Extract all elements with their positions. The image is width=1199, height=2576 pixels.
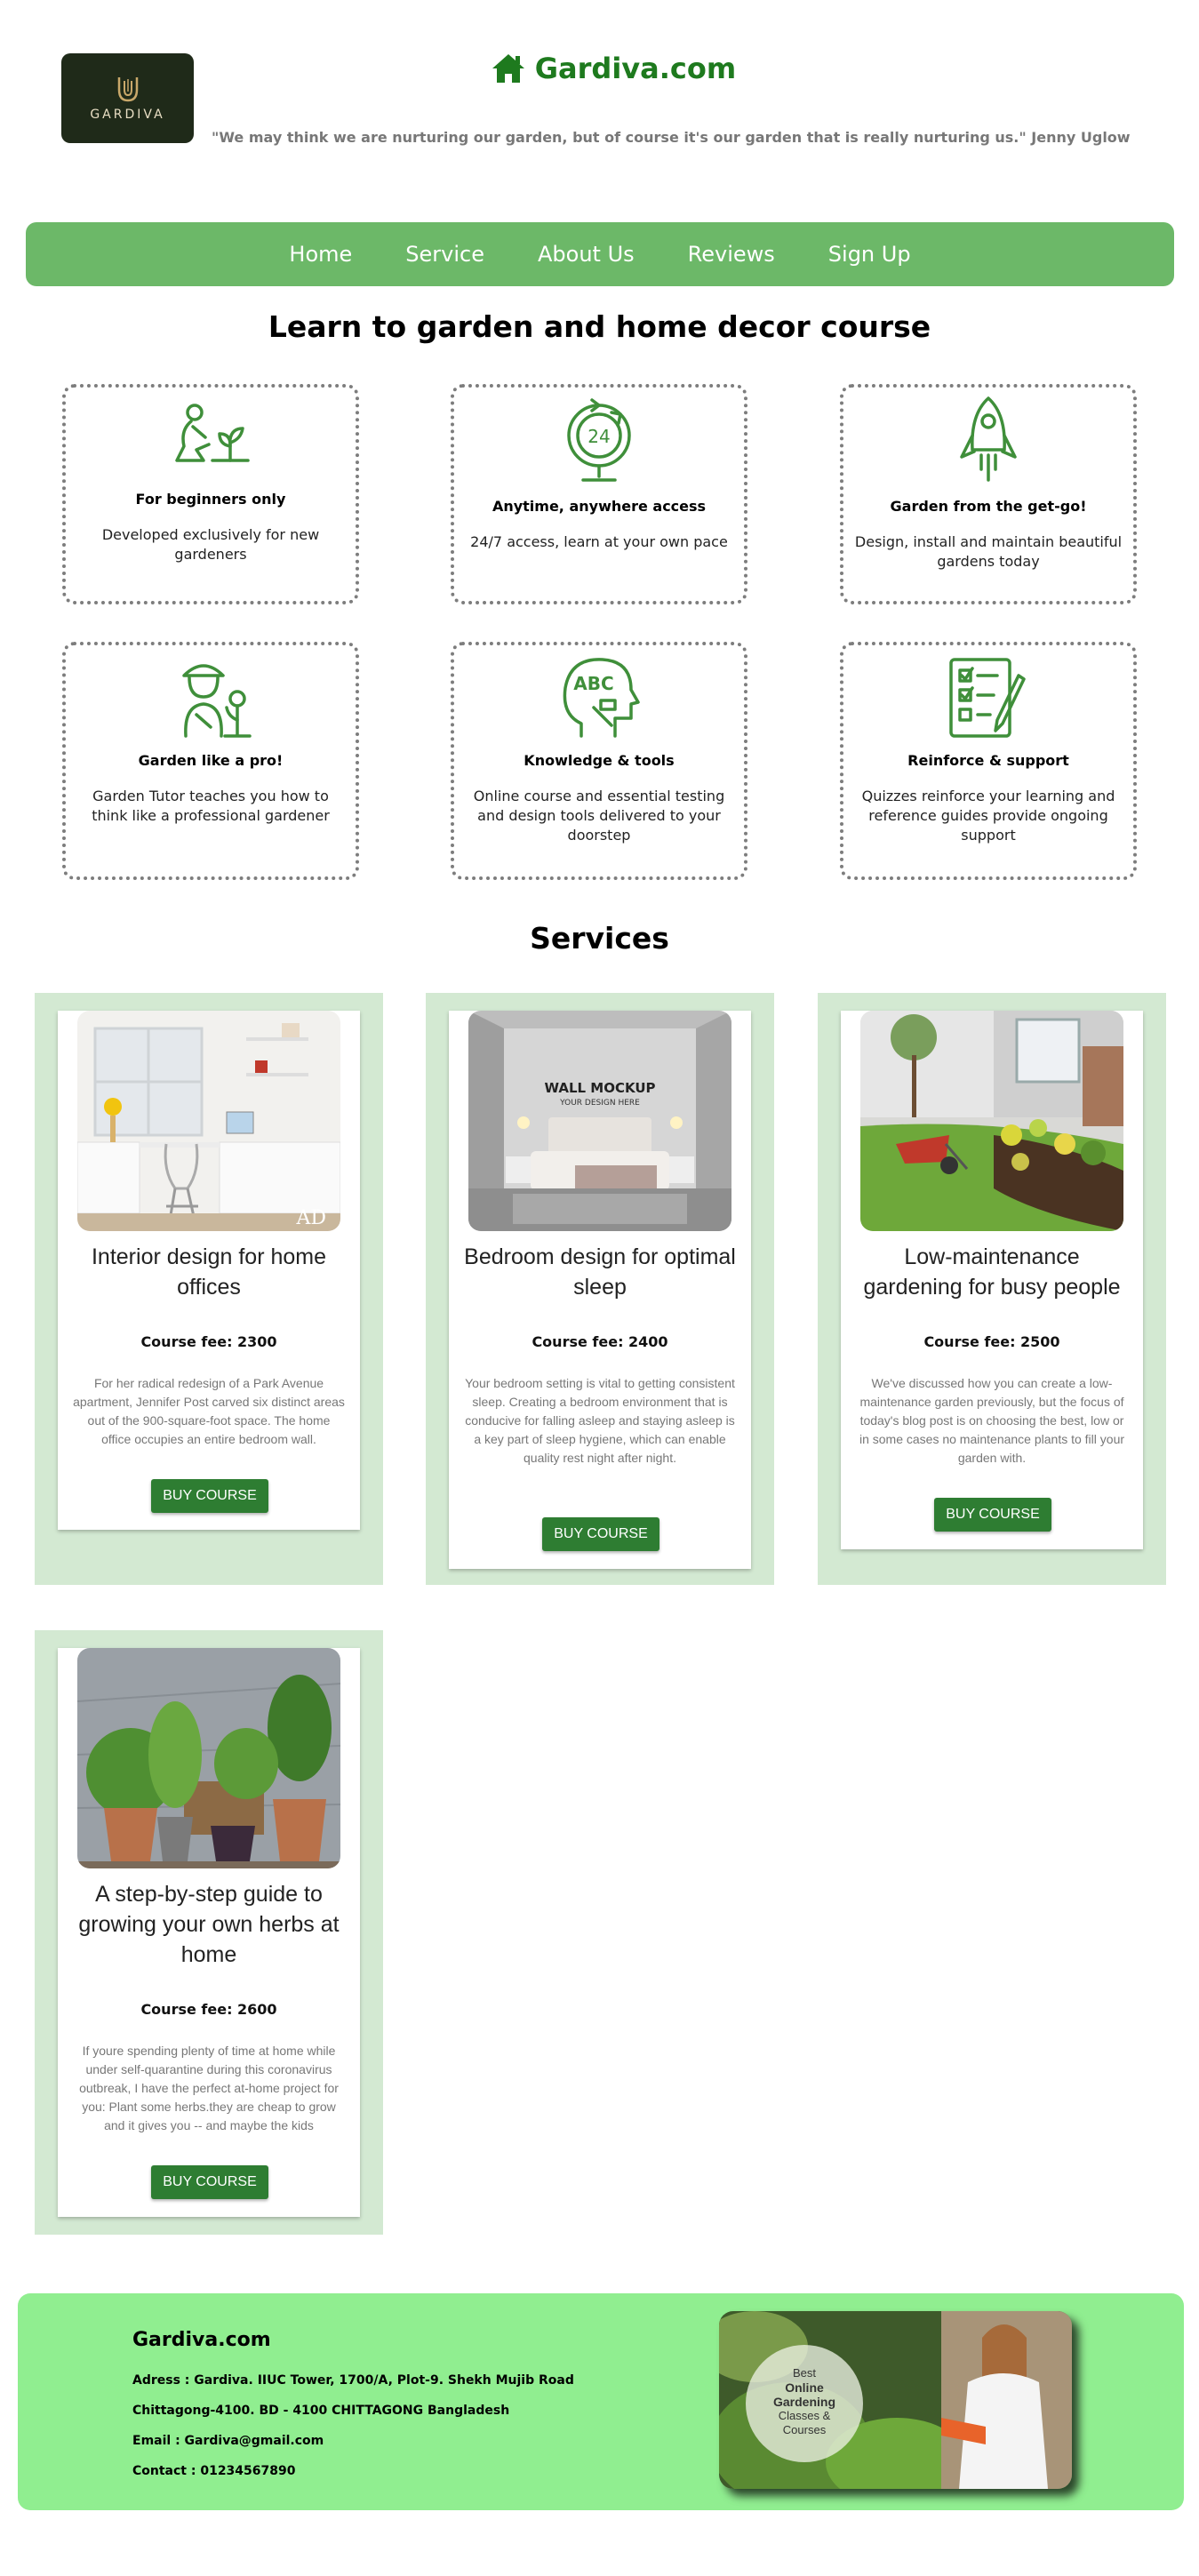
image-text: WALL MOCKUP [544,1080,655,1096]
herbs-image [77,1648,340,1868]
buy-course-button[interactable]: BUY COURSE [542,1517,659,1551]
site-title[interactable]: Gardiva.com [0,52,1199,85]
bedroom-image: WALL MOCKUP YOUR DESIGN HERE [468,1011,731,1231]
feature-text: Online course and essential testing and … [473,788,725,844]
service-card: Low-maintenance gardening for busy peopl… [841,1011,1143,1549]
header-quote: "We may think we are nurturing our garde… [212,129,1131,146]
footer-image-caption: Best Online Gardening Classes & Courses [772,2366,835,2436]
service-description: We've discussed how you can create a low… [859,1376,1125,1465]
home-icon [492,54,524,83]
buy-course-button[interactable]: BUY COURSE [151,1479,268,1513]
nav-home[interactable]: Home [289,242,352,267]
service-title: Interior design for home offices [91,1244,327,1300]
feature-text: Design, install and maintain beautiful g… [854,533,1123,570]
service-title: Bedroom design for optimal sleep [464,1244,736,1300]
feature-card: Garden like a pro! Garden Tutor teaches … [62,642,359,880]
feature-card: Garden from the get-go! Design, install … [840,384,1137,604]
service-title: A step-by-step guide to growing your own… [78,1882,340,1967]
buy-course-button[interactable]: BUY COURSE [934,1498,1051,1532]
services-section-title: Services [530,921,669,956]
service-title: Low-maintenance gardening for busy peopl… [863,1244,1121,1300]
svg-text:ABC: ABC [573,673,613,694]
feature-card: For beginners only Developed exclusively… [62,384,359,604]
service-fee: Course fee: 2300 [140,1333,277,1350]
feature-title: Anytime, anywhere access [492,498,707,515]
main-nav: Home Service About Us Reviews Sign Up [26,222,1174,286]
feature-title: Garden like a pro! [138,752,284,769]
feature-text: Developed exclusively for new gardeners [101,526,320,563]
footer-address-1: Adress : Gardiva. IIUC Tower, 1700/A, Pl… [132,2373,574,2388]
footer-email: Email : Gardiva@gmail.com [132,2434,324,2448]
logo-text: GARDIVA [90,107,165,122]
nav-reviews[interactable]: Reviews [688,242,775,267]
buy-course-button[interactable]: BUY COURSE [151,2165,268,2199]
footer: Gardiva.com Adress : Gardiva. IIUC Tower… [18,2293,1184,2510]
service-card: WALL MOCKUP YOUR DESIGN HERE Bedroom des… [449,1011,751,1569]
nav-service[interactable]: Service [405,242,484,267]
footer-address-2: Chittagong-4100. BD - 4100 CHITTAGONG Ba… [132,2404,510,2418]
nav-sign-up[interactable]: Sign Up [828,242,911,267]
image-watermark: AD [295,1207,326,1229]
feature-card: ABC Knowledge & tools Online course and … [451,642,747,880]
service-description: Your bedroom setting is vital to getting… [465,1376,735,1465]
service-fee: Course fee: 2500 [923,1333,1060,1350]
feature-card: Reinforce & support Quizzes reinforce yo… [840,642,1137,880]
image-text: YOUR DESIGN HERE [559,1099,640,1108]
service-card: A step-by-step guide to growing your own… [58,1648,360,2217]
home-office-image: AD [77,1011,340,1231]
footer-title: Gardiva.com [132,2329,271,2351]
24-hour-globe-icon: 24 [567,398,631,482]
feature-title: For beginners only [135,491,286,508]
header: GARDIVA Gardiva.com "We may think we are… [0,0,1199,206]
nav-about-us[interactable]: About Us [538,242,635,267]
feature-title: Reinforce & support [907,752,1069,769]
feature-text: Garden Tutor teaches you how to think li… [92,788,330,824]
feature-text: 24/7 access, learn at your own pace [470,533,728,550]
service-description: For her radical redesign of a Park Avenu… [73,1376,345,1446]
site-title-text: Gardiva.com [534,52,737,85]
checklist-pencil-icon [949,658,1026,738]
service-fee: Course fee: 2600 [140,2001,277,2018]
service-card: AD Interior design for home offices Cour… [58,1011,360,1530]
service-description: If youre spending plenty of time at home… [79,2044,339,2132]
svg-text:24: 24 [588,426,610,447]
footer-contact: Contact : 01234567890 [132,2464,296,2478]
gardener-planting-icon [175,404,250,462]
course-section-title: Learn to garden and home decor course [268,309,931,344]
feature-text: Quizzes reinforce your learning and refe… [861,788,1115,844]
feature-card: 24 Anytime, anywhere access 24/7 access,… [451,384,747,604]
rocket-flower-icon [960,396,1017,482]
service-fee: Course fee: 2400 [532,1333,668,1350]
feature-title: Knowledge & tools [524,752,675,769]
gardening-course-image: Best Online Gardening Classes & Courses [719,2311,1072,2489]
abc-head-tools-icon: ABC [563,658,640,738]
female-gardener-icon [182,664,252,738]
garden-image [860,1011,1123,1231]
feature-title: Garden from the get-go! [890,498,1087,515]
